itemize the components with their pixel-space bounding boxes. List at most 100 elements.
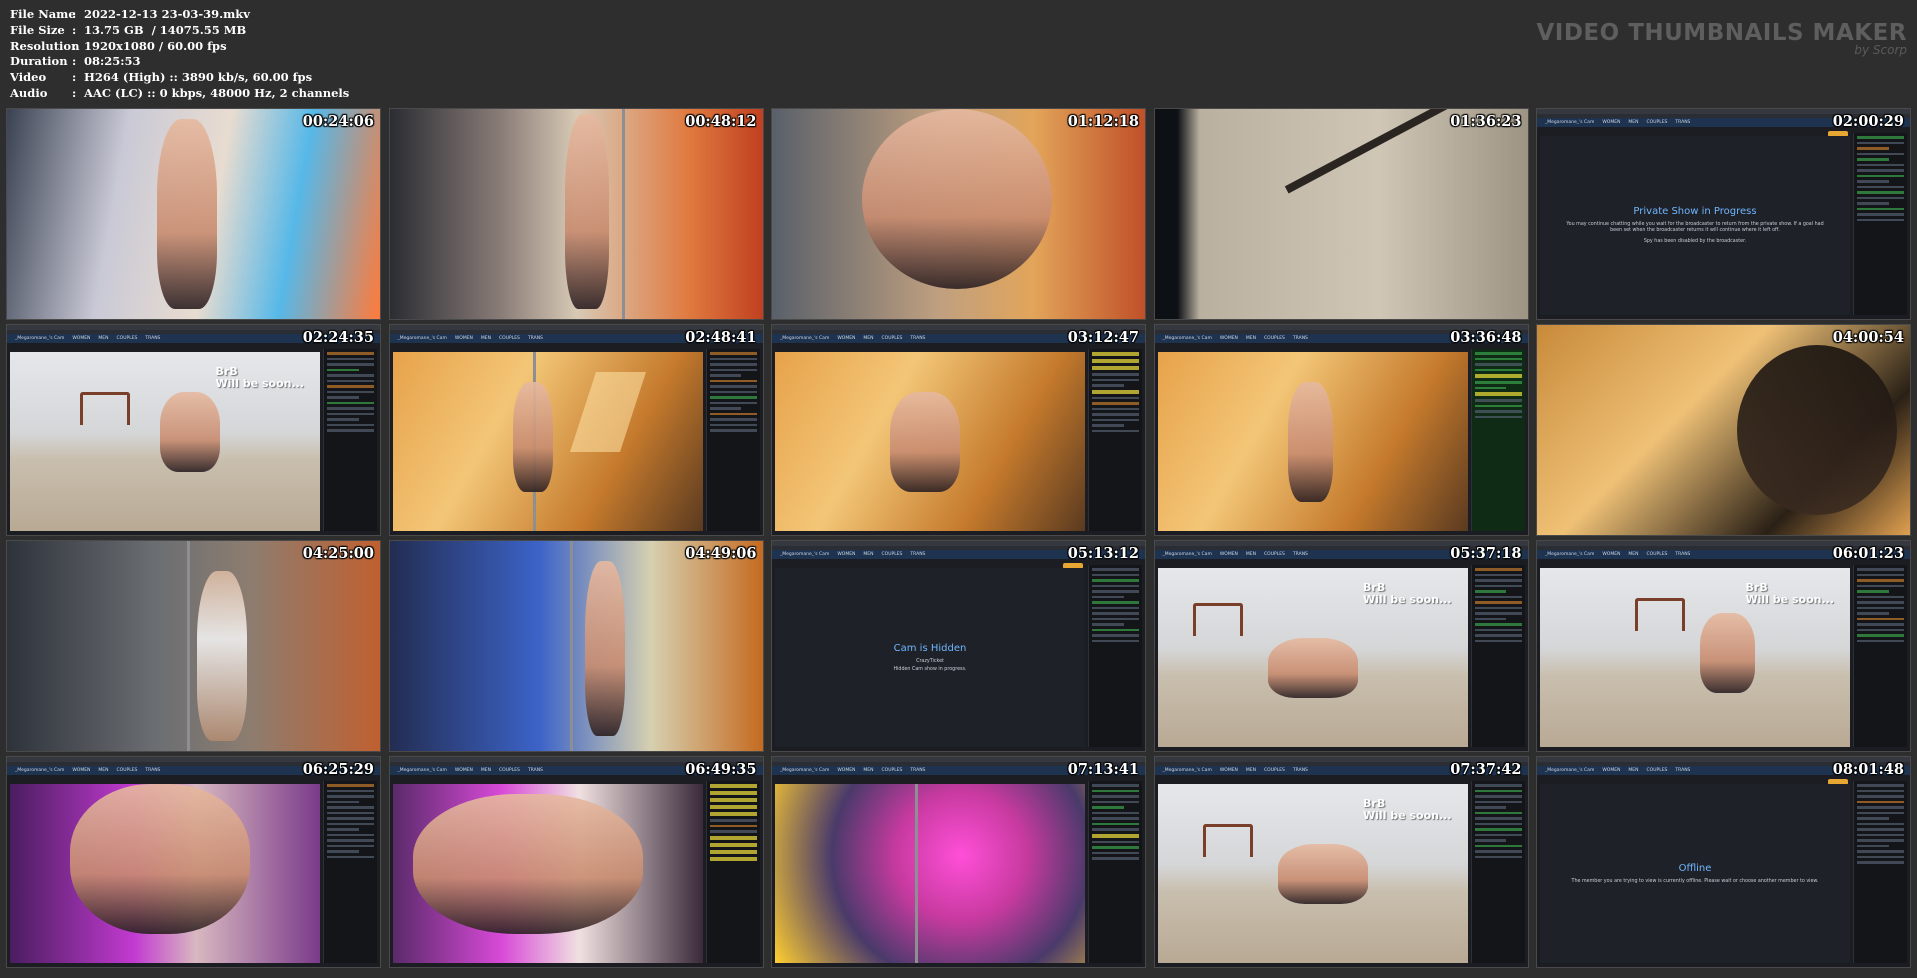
nav-item: MEN [480,336,492,341]
nav-item: MEN [1245,552,1257,557]
browser-capture: _Megaromane_'s Cam WOMEN MEN COUPLES TRA… [7,325,380,535]
thumbnail: _Megaromane_'s Cam WOMEN MEN COUPLES TRA… [388,756,764,968]
brand-title: VIDEO THUMBNAILS MAKER [1536,20,1907,46]
timestamp: 07:37:42 [1450,761,1522,778]
timestamp: 04:49:06 [685,545,757,562]
thumbnail: _Megaromane_'s Cam WOMEN MEN COUPLES TRA… [771,540,1146,752]
nav-item: TRANS [1675,768,1691,773]
info-value: 2022-12-13 23-03-39.mkv [84,7,250,21]
nav-item: WOMEN [454,336,473,341]
info-key: Audio [10,85,48,100]
message-text: Spy has been disabled by the broadcaster… [1643,239,1747,244]
nav-item: WOMEN [837,552,856,557]
browser-capture: _Megaromane_'s Cam WOMEN MEN COUPLES TRA… [1154,325,1528,535]
nav-item: COUPLES [881,768,903,773]
timestamp: 06:01:23 [1832,545,1904,562]
pole [569,541,573,751]
file-info-row: Resolution:1920x1080 / 60.00 fps [10,38,227,53]
nav-item: TRANS [145,768,161,773]
info-key: Duration [10,54,68,69]
nav-item: MEN [1628,768,1639,773]
performer-figure [512,382,553,492]
chat-panel [1470,781,1525,963]
info-value: 08:25:53 [84,54,141,69]
performer-figure [1737,345,1897,515]
chat-panel [705,781,760,963]
video-area [1157,352,1468,531]
nav-item: MEN [863,336,874,341]
browser-capture: _Megaromane_'s Cam WOMEN MEN COUPLES TRA… [389,325,763,535]
thumbnail: _Megaromane_'s Cam WOMEN MEN COUPLES TRA… [1153,324,1529,536]
thumbnail: 01:36:23 [1153,108,1529,320]
thumbnail: _Megaromane_'s Cam WOMEN MEN COUPLES TRA… [771,756,1146,968]
video-area [10,784,320,963]
browser-capture: _Megaromane_'s Cam WOMEN MEN COUPLES TRA… [1154,541,1528,751]
file-info-row: Duration:08:25:53 [10,54,141,69]
performer-figure [890,392,960,492]
file-info-row: Audio: AAC (LC) :: 0 kbps, 48000 Hz, 2 ch… [10,85,350,100]
timestamp: 04:25:00 [302,545,374,562]
pole [915,784,918,963]
timestamp: 07:13:41 [1067,761,1139,778]
message-title: Offline [1678,862,1712,874]
nav-item: COUPLES [1264,336,1285,341]
thumbnail: _Megaromane_'s Cam WOMEN MEN COUPLES TRA… [388,324,764,536]
timestamp: 01:12:18 [1067,113,1139,130]
nav-item: WOMEN [837,336,856,341]
nav-item: COUPLES [1646,552,1668,557]
nav-item: COUPLES [116,336,138,341]
nav-item: COUPLES [1264,552,1285,557]
brb-subtext: Will be soon... [1363,809,1452,822]
nav-item: _Megaromane_'s Cam [1162,552,1212,557]
video-area: BrB Will be soon... [1540,568,1850,747]
nav-item: TRANS [1675,552,1691,557]
nav-item: _Megaromane_'s Cam [15,336,65,341]
performer-figure [70,784,250,934]
message-text: Hidden Cam show in progress. [893,666,967,672]
chat-panel [1088,349,1142,531]
timestamp: 03:36:48 [1450,329,1522,346]
browser-capture: _Megaromane_'s Cam WOMEN MEN COUPLES TRA… [1537,757,1910,967]
browser-capture: _Megaromane_'s Cam WOMEN MEN COUPLES TRA… [772,541,1145,751]
thumbnail: _Megaromane_'s Cam WOMEN MEN COUPLES TRA… [1536,756,1911,968]
info-key: Video [10,70,47,85]
timestamp: 06:25:29 [302,761,374,778]
thumbnail: _Megaromane_'s Cam WOMEN MEN COUPLES TRA… [6,756,381,968]
nav-item: TRANS [910,768,926,773]
chat-panel [1088,565,1142,747]
nav-item: _Megaromane_'s Cam [1162,768,1212,773]
chair [80,392,130,425]
timestamp: 08:01:48 [1832,761,1904,778]
video-area [775,352,1085,531]
nav-item: WOMEN [1219,336,1238,341]
timestamp: 00:48:12 [685,113,757,130]
browser-capture: _Megaromane_'s Cam WOMEN MEN COUPLES TRA… [772,325,1145,535]
video-area: BrB Will be soon... [10,352,320,531]
nav-item: COUPLES [881,336,903,341]
cam-hidden-message: Cam is Hidden CrazyTicket Hidden Cam sho… [775,568,1085,747]
brb-subtext: Will be soon... [1363,593,1452,606]
nav-item: MEN [98,336,109,341]
browser-capture: _Megaromane_'s Cam WOMEN MEN COUPLES TRA… [1537,109,1910,319]
performer-figure [584,561,625,736]
nav-item: MEN [863,552,874,557]
browser-capture: _Megaromane_'s Cam WOMEN MEN COUPLES TRA… [7,757,380,967]
thumbnail: _Megaromane_'s Cam WOMEN MEN COUPLES TRA… [1536,108,1911,320]
info-value: AAC (LC) :: 0 kbps, 48000 Hz, 2 channels [84,85,350,100]
performer-figure [1287,382,1333,502]
window-light [569,372,646,452]
performer-figure [1700,613,1755,693]
browser-capture: _Megaromane_'s Cam WOMEN MEN COUPLES TRA… [389,757,763,967]
nav-item: _Megaromane_'s Cam [397,336,447,341]
nav-item: MEN [480,768,492,773]
performer-figure [197,571,247,741]
timestamp: 00:24:06 [302,113,374,130]
nav-item: TRANS [1292,768,1308,773]
thumbnail-grid: 00:24:06 00:48:12 01:12:18 01:36:23 _Meg… [6,108,1912,968]
nav-item: TRANS [145,336,161,341]
nav-item: MEN [863,768,874,773]
timestamp: 02:00:29 [1832,113,1904,130]
nav-item: WOMEN [72,336,91,341]
info-key: File Name [10,7,76,21]
timestamp: 05:13:12 [1067,545,1139,562]
